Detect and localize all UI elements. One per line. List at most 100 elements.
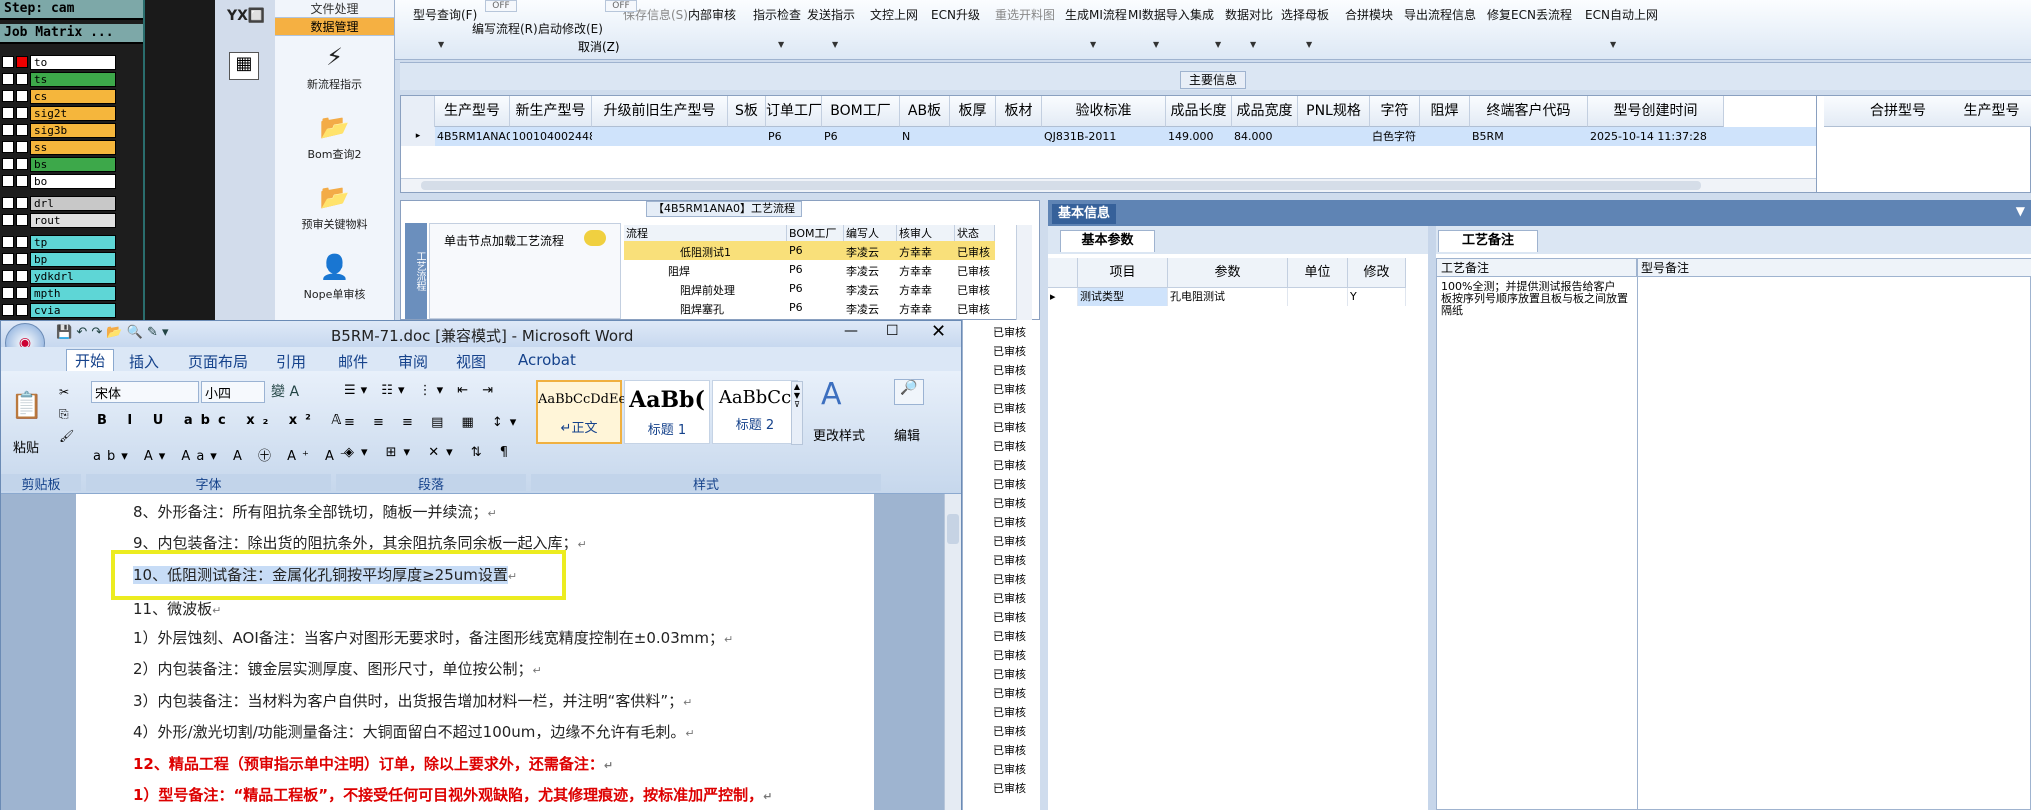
color-buttons[interactable]: ab▾ A▾ Aa▾ A ㊉ A⁺ A⁻ [93,445,353,464]
toolbar-item[interactable]: 导出流程信息 [1404,6,1476,23]
document-line[interactable]: 11、微波板↵ [133,598,221,619]
toolbar-item[interactable]: 生成MI流程 [1065,6,1127,23]
style-gallery-item[interactable]: AaBbCcDdEe ↵正文 [536,380,626,444]
grid-cell[interactable] [1298,127,1370,146]
param-column-header[interactable] [1048,258,1078,288]
process-row[interactable]: 阻焊塞孔 P6 李凌云 方幸幸 已审核 [624,298,995,317]
dropdown-arrow-icon[interactable]: ▼ [1090,40,1096,49]
grid-cell[interactable]: 10010400244856 [510,127,592,146]
process-row[interactable]: 阻焊 P6 李凌云 方幸幸 已审核 [624,260,995,279]
grid-cell[interactable]: N [900,127,950,146]
cancel-button[interactable]: 取消(Z) [578,38,620,55]
toolbar-item[interactable]: 型号查询(F) [413,6,477,23]
dropdown-arrow-icon[interactable]: ▼ [1610,40,1616,49]
word-tab[interactable]: 邮件 [338,351,368,372]
layer-row[interactable]: drl [0,195,116,211]
edit-label[interactable]: 编辑 [894,425,920,444]
param-cell[interactable]: 测试类型 [1078,288,1168,306]
grid-cell[interactable]: 白色字符 [1370,127,1420,146]
toolbar-item[interactable]: 指示检查 [753,6,801,23]
layer-visibility-checkbox[interactable] [2,141,14,153]
layer-row[interactable]: rout [0,212,116,228]
document-line[interactable]: 2）内包装备注：镀金层实测厚度、图形尺寸，单位按公制；↵ [133,658,542,679]
font-extra-icons[interactable]: 變 A [271,381,299,401]
grid-column-header[interactable]: 成品宽度 [1232,96,1298,127]
grid-hscrollbar[interactable] [401,178,1816,192]
toolbar-item[interactable]: 重选开料图 [995,6,1055,23]
layer-row[interactable]: bp [0,251,116,267]
grid-column-header[interactable]: AB板 [900,96,950,127]
grid-cell[interactable]: B5RM [1470,127,1588,146]
grid-cell[interactable] [1420,127,1470,146]
grid-column-header[interactable]: PNL规格 [1298,96,1370,127]
process-vscrollbar[interactable] [1016,225,1032,321]
layer-visibility-checkbox[interactable] [2,158,14,170]
grid-cell[interactable]: QJ831B-2011 [1042,127,1166,146]
layer-name[interactable]: bp [30,251,116,267]
align-buttons[interactable]: ≡ ≡ ≡ ▤ ▦ ↕▾ [344,415,523,430]
style-gallery-item[interactable]: AaBb(标题 1 [624,380,710,444]
toolbar-item[interactable]: ECN自动上网 [1585,6,1658,23]
grid-cell[interactable]: 84.000 [1232,127,1298,146]
close-icon[interactable]: ✕ [931,321,946,342]
layer-row[interactable]: bs [0,156,116,172]
maximize-icon[interactable]: ☐ [886,323,899,339]
toolbar-item[interactable]: 选择母板 [1281,6,1329,23]
document-line[interactable]: 1）型号备注：“精品工程板”，不接受任何可目视外观缺陷，尤其修理痕迹，按标准加严… [133,784,772,805]
grid-column-header[interactable]: 新生产型号 [510,96,592,127]
process-column-header[interactable]: 流程 [624,225,787,241]
layer-visibility-checkbox[interactable] [2,197,14,209]
layer-visibility-checkbox[interactable] [2,253,14,265]
grid-column-header[interactable]: BOM工厂 [822,96,900,127]
layer-name[interactable]: mpth [30,285,116,301]
toolbar-item[interactable]: 文控上网 [870,6,918,23]
dropdown-arrow-icon[interactable]: ▼ [1153,40,1159,49]
layer-row[interactable]: mpth [0,285,116,301]
dropdown-arrow-icon[interactable]: ▼ [1250,40,1256,49]
process-row[interactable]: 低阻测试1 P6 李凌云 方幸幸 已审核 [624,241,995,260]
layer-visibility-checkbox[interactable] [2,175,14,187]
grid-cell[interactable] [728,127,766,146]
toolbar-item[interactable]: ECN升级 [931,6,980,23]
grid-column-header[interactable]: 生产型号 [435,96,510,127]
document-page[interactable]: 8、外形备注：所有阻抗条全部铣切，随板一并续流；↵ 9、内包装备注：除出货的阻抗条… [76,494,874,810]
layer-name[interactable]: rout [30,212,116,228]
nav-data-management[interactable]: 数据管理 [275,18,394,36]
layer-row[interactable]: cs [0,88,116,104]
toolbar-item[interactable]: 启动修改(E) [538,20,603,37]
layer-name[interactable]: to [30,54,116,70]
process-column-header[interactable]: 编写人 [844,225,897,241]
change-styles-label[interactable]: 更改样式 [813,425,865,444]
dropdown-arrow-icon[interactable]: ▼ [832,40,838,49]
font-size-select[interactable]: 小四 [201,381,265,403]
layer-visibility-checkbox[interactable] [2,287,14,299]
format-buttons[interactable]: B I U abc x₂ x² 𝔸 [97,413,349,428]
layer-name[interactable]: tp [30,234,116,250]
grid-column-header[interactable]: 终端客户代码 [1470,96,1588,127]
panel-splitter[interactable] [1428,226,1436,810]
grid-cell[interactable]: 4B5RM1ANA0 [435,127,510,146]
layer-visibility-checkbox[interactable] [2,214,14,226]
layer-row[interactable]: ts [0,71,116,87]
layer-visibility-checkbox[interactable] [2,56,14,68]
style-gallery-item[interactable]: AaBbCc 标题 2 [712,380,798,444]
layer-visibility-checkbox[interactable] [2,236,14,248]
layer-row[interactable]: tp [0,234,116,250]
dropdown-arrow-icon[interactable]: ▼ [2016,204,2025,218]
dropdown-arrow-icon[interactable]: ▼ [1215,40,1221,49]
layer-row[interactable]: ss [0,139,116,155]
grid-column-header[interactable]: 生产型号 [1942,96,2031,127]
grid-column-header[interactable]: 板材 [996,96,1042,127]
layer-name[interactable]: ss [30,139,116,155]
layer-row[interactable]: cvia [0,302,116,318]
layer-name[interactable]: ydkdrl [30,268,116,284]
process-side-tab[interactable]: 工艺流程 [405,223,427,319]
word-tab[interactable]: 引用 [276,351,306,372]
dropdown-arrow-icon[interactable]: ▼ [438,40,444,49]
grid-column-header[interactable]: 型号创建时间 [1588,96,1724,127]
change-styles-icon[interactable]: A [821,377,842,412]
word-tab[interactable]: 开始 [66,349,115,371]
toolbar-item[interactable]: 数据对比 [1225,6,1273,23]
quick-access-icons[interactable]: 💾 ↶ ↷ 📂 🔍 ✎ ▾ [56,325,169,340]
layer-name[interactable]: cvia [30,302,116,318]
